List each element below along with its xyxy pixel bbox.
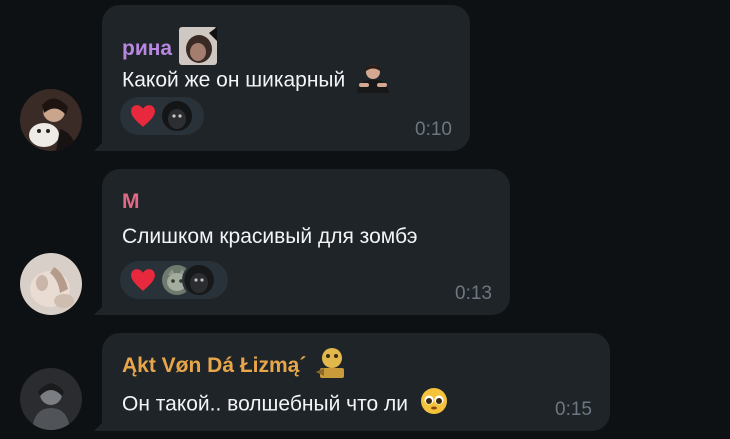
message-bubble[interactable]: M Слишком красивый для зомбэ 0:13 xyxy=(94,169,510,315)
message-text-content: Какой же он шикарный xyxy=(122,68,346,92)
message-time: 0:15 xyxy=(555,399,592,420)
sender-avatar-m[interactable] xyxy=(20,253,82,315)
bubble-tail xyxy=(94,417,108,431)
heart-icon xyxy=(131,105,155,127)
author-name-text: Ąkt Vøn Dá Łizmą´ xyxy=(122,354,307,378)
pleading-face-icon xyxy=(420,387,448,423)
sender-avatar-rina[interactable] xyxy=(20,89,82,151)
message-time: 0:10 xyxy=(415,119,452,140)
message-text: Он такой.. волшебный что ли xyxy=(122,387,448,423)
author-name[interactable]: M xyxy=(122,189,140,215)
message-text: Слишком красивый для зомбэ xyxy=(122,225,418,248)
custom-emoji-person-icon xyxy=(355,61,391,101)
heart-icon xyxy=(131,269,155,291)
message-text-content: Он такой.. волшебный что ли xyxy=(122,392,408,416)
chat-window: { "messages": [ { "author": "рина", "aut… xyxy=(0,0,730,439)
cookie-character-icon xyxy=(314,346,348,387)
message-bubble[interactable]: рина Какой же он шикарный 0:10 xyxy=(94,5,470,151)
message-text: Какой же он шикарный xyxy=(122,61,391,101)
reactor-avatar xyxy=(182,263,216,297)
bubble-tail xyxy=(94,301,108,315)
message-time: 0:13 xyxy=(455,283,492,304)
author-name[interactable]: Ąkt Vøn Dá Łizmą´ xyxy=(122,346,348,387)
sender-avatar-akt[interactable] xyxy=(20,368,82,430)
reaction-heart[interactable] xyxy=(120,97,204,135)
message-bubble[interactable]: Ąkt Vøn Dá Łizmą´ Он такой.. волшебный ч… xyxy=(94,333,610,431)
reactor-avatar xyxy=(160,99,194,133)
reaction-heart[interactable] xyxy=(120,261,228,299)
bubble-tail xyxy=(94,137,108,151)
author-name-text: рина xyxy=(122,37,173,61)
